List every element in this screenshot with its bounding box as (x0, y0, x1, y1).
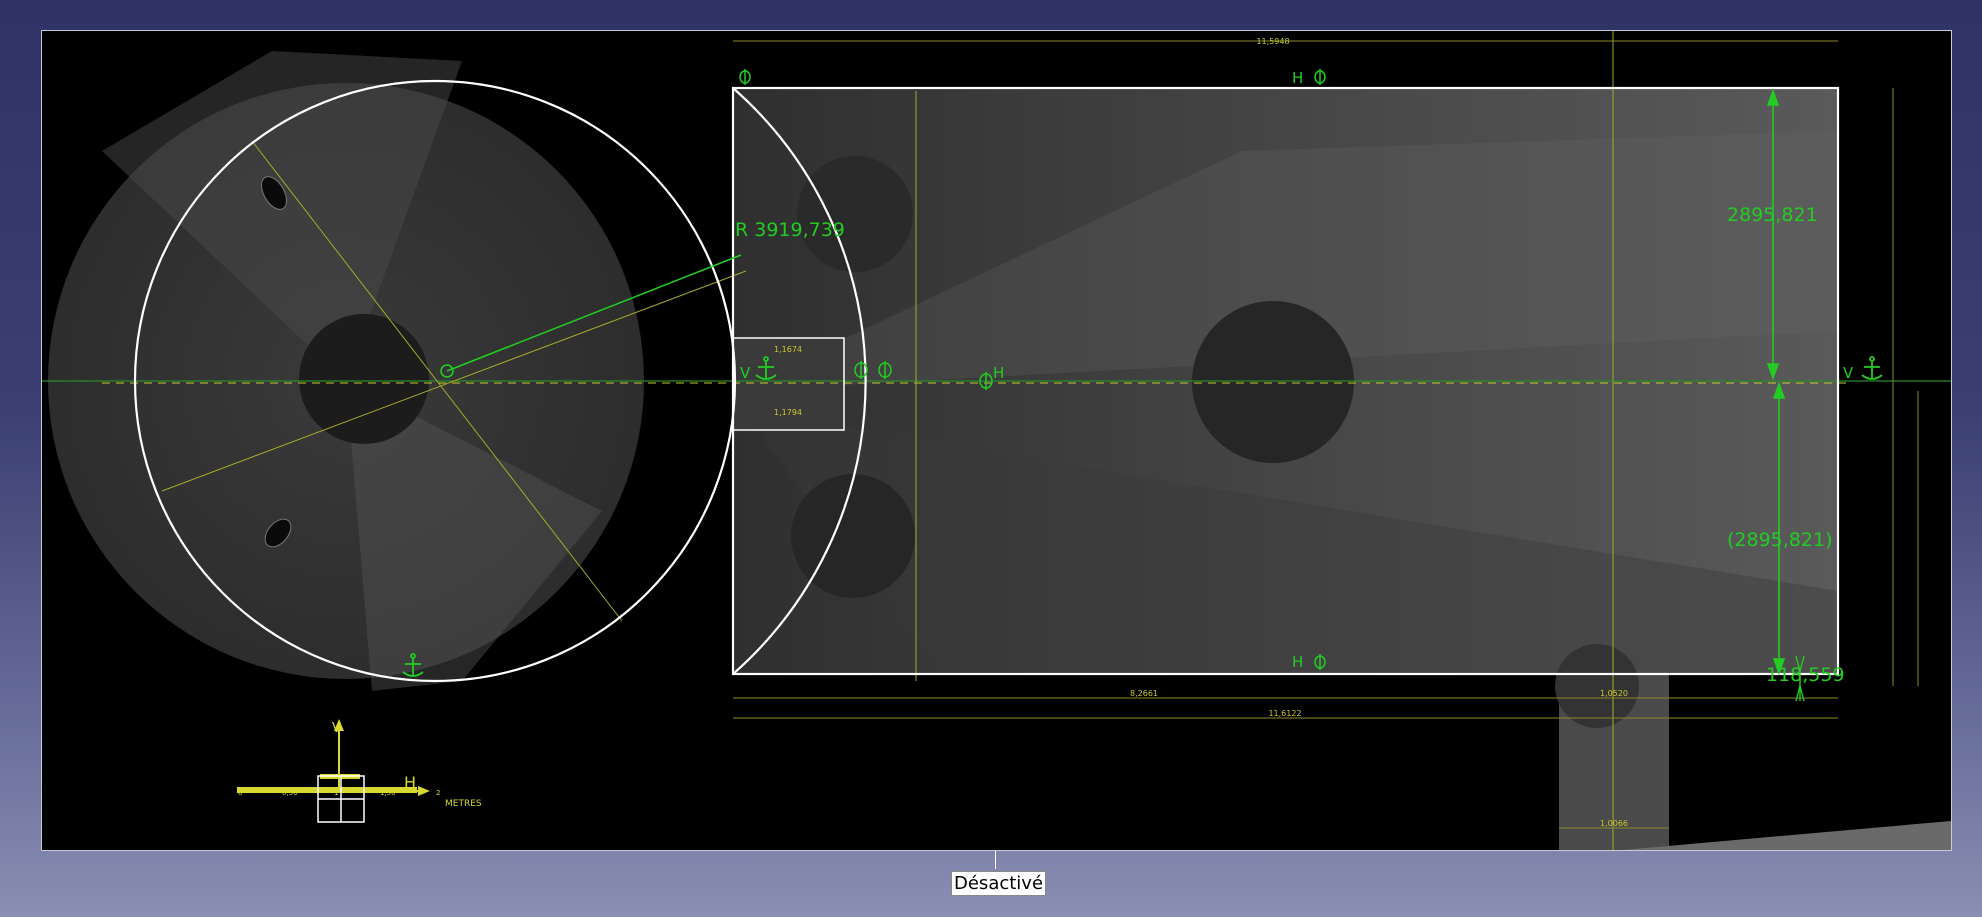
dimension-bottom-label[interactable]: (2895,821) (1727, 529, 1832, 551)
symmetry-icon (739, 69, 751, 85)
scale-tick: 0 (238, 789, 242, 797)
svg-text:1,0520: 1,0520 (1600, 689, 1628, 698)
svg-text:1,0066: 1,0066 (1600, 819, 1628, 828)
svg-text:8,2661: 8,2661 (1130, 689, 1158, 698)
scale-axis-v: V (332, 721, 341, 736)
constraint-h: H (1292, 653, 1303, 671)
constraint-h: H (993, 364, 1004, 382)
scan-port (1192, 301, 1354, 463)
scale-bar: V H 0 0,50 1 1,50 2 METRES (237, 719, 482, 823)
status-label: Désactivé (951, 871, 1047, 896)
scale-axis-h: H (404, 773, 416, 792)
constraint-h: H (1292, 69, 1303, 87)
anchor-icon (1861, 356, 1883, 380)
scale-tick: 1 (334, 789, 338, 797)
constraint-v: V (1843, 364, 1854, 382)
radius-dimension-label[interactable]: R 3919,739 (735, 219, 845, 241)
svg-text:11,6122: 11,6122 (1268, 709, 1301, 718)
scale-tick: 1,50 (380, 789, 396, 797)
svg-text:11,5948: 11,5948 (1256, 37, 1289, 46)
symmetry-icon (1314, 69, 1326, 85)
svg-text:1,1794: 1,1794 (774, 408, 802, 417)
scale-tick: 0,50 (282, 789, 298, 797)
scan-port (1555, 644, 1639, 728)
scale-unit: METRES (445, 799, 482, 809)
constraint-v: V (740, 364, 751, 382)
scan-port (791, 474, 915, 598)
scan-port (797, 156, 913, 272)
disk-hub (299, 314, 429, 444)
dimension-small-label[interactable]: 118,559 (1766, 664, 1845, 686)
sketch-canvas[interactable]: 11,5948 8,2661 11,6122 1,0520 1,0066 1,1… (42, 31, 1951, 850)
scan-edge-fragment (1622, 821, 1951, 850)
scale-tick: 2 (436, 789, 440, 797)
svg-text:1,1674: 1,1674 (774, 345, 802, 354)
sketch-viewport[interactable]: 11,5948 8,2661 11,6122 1,0520 1,0066 1,1… (41, 30, 1952, 851)
dimension-top-label[interactable]: 2895,821 (1727, 204, 1818, 226)
status-pointer (995, 851, 996, 869)
